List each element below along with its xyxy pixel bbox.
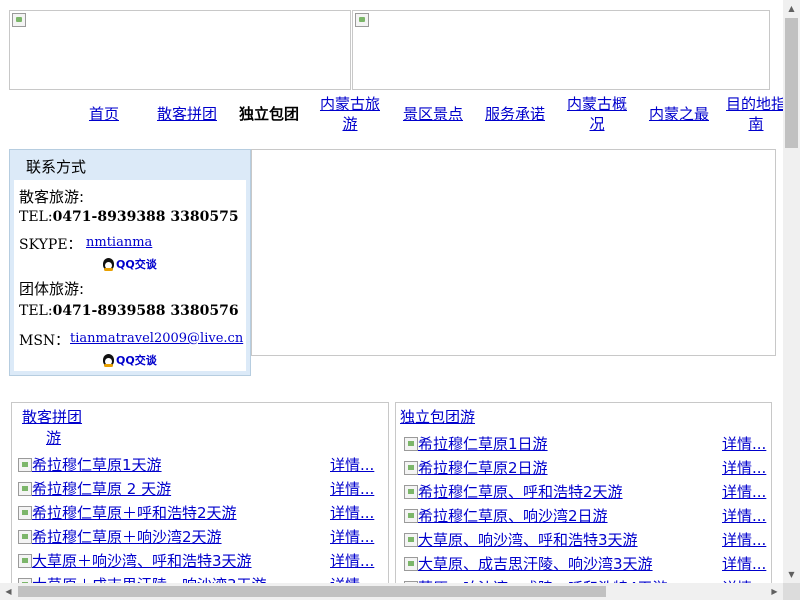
skype-label: SKYPE： [19,237,82,253]
tour-link[interactable]: 希拉穆仁草原＋呼和浩特2天游 [32,504,237,522]
nav-inner-mongolia-overview[interactable]: 内蒙古概况 [560,94,634,134]
tour-row[interactable]: 希拉穆仁草原2日游 [404,458,548,478]
tour-image-icon [404,485,418,499]
nav-inner-mongolia-travel[interactable]: 内蒙古旅游 [314,94,386,134]
tour-details-link[interactable]: 详情... [722,554,766,574]
broken-image-icon [12,13,26,27]
tour-details-link[interactable]: 详情... [330,527,374,547]
tour-details-link[interactable]: 详情... [722,506,766,526]
tour-row[interactable]: 大草原、响沙湾、呼和浩特3天游 [404,530,638,550]
tour-link[interactable]: 希拉穆仁草原、呼和浩特2天游 [418,483,623,501]
tour-image-icon [18,458,32,472]
group-tel: TEL:0471-8939588 3380576 [19,303,239,319]
tour-link[interactable]: 希拉穆仁草原 2 天游 [32,480,171,498]
tour-details-link[interactable]: 详情... [722,530,766,550]
tour-link[interactable]: 大草原、成吉思汗陵、响沙湾3天游 [418,555,653,573]
horizontal-scrollbar[interactable]: ◀ ▶ [0,583,783,600]
tour-row[interactable]: 希拉穆仁草原 2 天游 [18,479,171,499]
tour-link[interactable]: 大草原＋响沙湾、呼和浩特3天游 [32,552,252,570]
tour-link[interactable]: 希拉穆仁草原＋响沙湾2天游 [32,528,222,546]
tour-row[interactable]: 大草原、成吉思汗陵、响沙湾3天游 [404,554,653,574]
content-area [251,149,776,356]
tour-row[interactable]: 希拉穆仁草原＋呼和浩特2天游 [18,503,237,523]
header-banner-left [9,10,351,90]
nav-inner-mongolia-best[interactable]: 内蒙之最 [640,104,718,124]
contact-title: 联系方式 [26,158,87,176]
vertical-scrollbar[interactable]: ▲ ▼ [783,0,800,583]
scattered-tour-label: 散客旅游: [19,188,85,206]
group-tour-label: 团体旅游: [19,280,85,298]
scroll-left-icon[interactable]: ◀ [0,583,17,600]
tel-prefix: TEL: [19,303,53,319]
tour-link[interactable]: 希拉穆仁草原1日游 [418,435,548,453]
tour-image-icon [404,557,418,571]
panel-title[interactable]: 独立包团游 [400,406,475,428]
tour-link[interactable]: 大草原、响沙湾、呼和浩特3天游 [418,531,638,549]
scattered-tours-panel: 散客拼团 游 希拉穆仁草原1天游 详情... 希拉穆仁草原 2 天游 详情...… [11,402,389,592]
tour-image-icon [404,437,418,451]
horizontal-scroll-thumb[interactable] [18,586,606,597]
tel-number: 0471-8939588 3380576 [52,303,239,319]
tour-link[interactable]: 希拉穆仁草原2日游 [418,459,548,477]
tour-row[interactable]: 希拉穆仁草原＋响沙湾2天游 [18,527,222,547]
tour-row[interactable]: 希拉穆仁草原1天游 [18,455,162,475]
msn-link[interactable]: tianmatravel2009@live.cn [70,331,243,346]
nav-scenic-spots[interactable]: 景区景点 [394,104,472,124]
tour-details-link[interactable]: 详情... [722,434,766,454]
tour-image-icon [18,554,32,568]
tel-prefix: TEL: [19,209,53,225]
tour-row[interactable]: 希拉穆仁草原、响沙湾2日游 [404,506,608,526]
tour-image-icon [18,530,32,544]
broken-image-icon [355,13,369,27]
qq-chat-label: QQ交谈 [116,354,157,367]
tour-link[interactable]: 希拉穆仁草原、响沙湾2日游 [418,507,608,525]
scattered-tel: TEL:0471-8939388 3380575 [19,209,239,225]
nav-home[interactable]: 首页 [80,104,128,124]
tour-details-link[interactable]: 详情... [722,458,766,478]
panel-title-line2[interactable]: 游 [46,427,61,449]
tour-link[interactable]: 希拉穆仁草原1天游 [32,456,162,474]
nav-private-group[interactable]: 独立包团 [230,104,308,124]
nav-scattered-group[interactable]: 散客拼团 [148,104,226,124]
qq-penguin-icon [103,258,114,271]
tour-details-link[interactable]: 详情... [330,455,374,475]
scroll-right-icon[interactable]: ▶ [766,583,783,600]
tour-details-link[interactable]: 详情... [330,551,374,571]
qq-chat-button[interactable]: QQ交谈 [103,256,157,272]
tour-image-icon [18,506,32,520]
msn-label: MSN： [19,333,70,349]
tour-image-icon [18,482,32,496]
vertical-scroll-thumb[interactable] [785,18,798,148]
tour-row[interactable]: 希拉穆仁草原、呼和浩特2天游 [404,482,623,502]
qq-penguin-icon [103,354,114,367]
main-nav: 首页 散客拼团 独立包团 内蒙古旅游 景区景点 服务承诺 内蒙古概况 内蒙之最 … [0,94,786,138]
qq-chat-label: QQ交谈 [116,258,157,271]
header-banner-right [352,10,770,90]
tour-details-link[interactable]: 详情... [330,479,374,499]
tour-row[interactable]: 大草原＋响沙湾、呼和浩特3天游 [18,551,252,571]
private-tours-panel: 独立包团游 希拉穆仁草原1日游 详情... 希拉穆仁草原2日游 详情... 希拉… [395,402,772,592]
contact-box: 联系方式 散客旅游: TEL:0471-8939388 3380575 SKYP… [9,149,251,376]
skype-link[interactable]: nmtianma [86,235,152,250]
qq-chat-button[interactable]: QQ交谈 [103,352,157,368]
scrollbar-corner [783,583,800,600]
tel-number: 0471-8939388 3380575 [52,209,239,225]
nav-destination-guide[interactable]: 目的地指南 [726,94,786,134]
nav-service-promise[interactable]: 服务承诺 [476,104,554,124]
tour-image-icon [404,509,418,523]
scroll-up-icon[interactable]: ▲ [783,0,800,17]
tour-row[interactable]: 希拉穆仁草原1日游 [404,434,548,454]
scroll-down-icon[interactable]: ▼ [783,566,800,583]
tour-details-link[interactable]: 详情... [330,503,374,523]
tour-details-link[interactable]: 详情... [722,482,766,502]
tour-image-icon [404,533,418,547]
panel-title-line1[interactable]: 散客拼团 [22,406,82,428]
tour-image-icon [404,461,418,475]
contact-body: 散客旅游: TEL:0471-8939388 3380575 SKYPE： nm… [14,180,246,371]
